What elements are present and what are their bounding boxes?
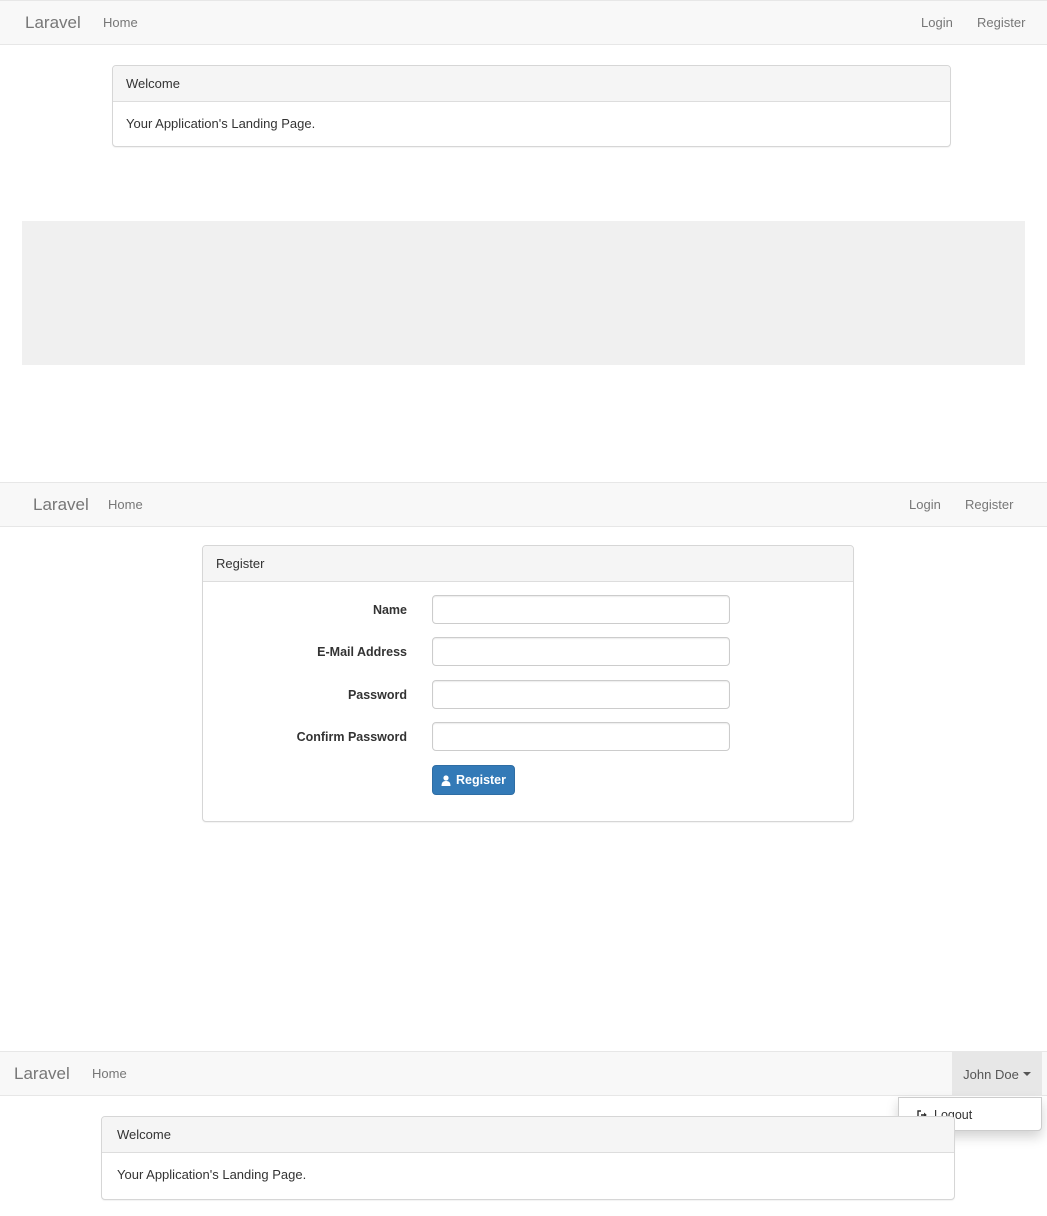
panel-body: Your Application's Landing Page. — [117, 1167, 307, 1182]
placeholder-block — [22, 221, 1025, 365]
navbar-authenticated: Laravel Home John Doe — [0, 1051, 1047, 1096]
password-input[interactable] — [432, 680, 730, 709]
register-panel: Register Name E-Mail Address Password Co… — [202, 545, 854, 822]
navbar-register-page: Laravel Home Login Register — [0, 482, 1047, 527]
panel-heading: Register — [203, 546, 853, 582]
nav-register-link[interactable]: Register — [965, 497, 1013, 512]
nav-home-link[interactable]: Home — [92, 1066, 127, 1081]
nav-login-link[interactable]: Login — [909, 497, 941, 512]
password-label: Password — [347, 688, 407, 702]
nav-login-link[interactable]: Login — [921, 15, 953, 30]
user-icon — [441, 774, 451, 786]
brand-link[interactable]: Laravel — [14, 1064, 70, 1084]
caret-down-icon — [1022, 1072, 1031, 1076]
brand-link[interactable]: Laravel — [33, 495, 89, 515]
nav-home-link[interactable]: Home — [103, 15, 138, 30]
name-label: Name — [372, 603, 407, 617]
panel-heading: Welcome — [113, 66, 950, 102]
user-menu-toggle[interactable]: John Doe — [952, 1052, 1042, 1096]
nav-register-link[interactable]: Register — [977, 15, 1025, 30]
name-input[interactable] — [432, 595, 730, 624]
panel-body: Your Application's Landing Page. — [126, 116, 316, 131]
confirm-password-input[interactable] — [432, 722, 730, 751]
nav-home-link[interactable]: Home — [108, 497, 143, 512]
email-input[interactable] — [432, 637, 730, 666]
brand-link[interactable]: Laravel — [25, 13, 81, 33]
confirm-password-label: Confirm Password — [296, 730, 407, 744]
register-submit-button[interactable]: Register — [432, 765, 515, 795]
user-name: John Doe — [963, 1066, 1019, 1082]
register-submit-label: Register — [455, 773, 507, 787]
welcome-panel: Welcome Your Application's Landing Page. — [112, 65, 951, 147]
email-label: E-Mail Address — [317, 645, 407, 659]
panel-heading: Welcome — [102, 1117, 954, 1153]
welcome-panel: Welcome Your Application's Landing Page. — [101, 1116, 955, 1200]
navbar-top: Laravel Home Login Register — [0, 0, 1047, 45]
